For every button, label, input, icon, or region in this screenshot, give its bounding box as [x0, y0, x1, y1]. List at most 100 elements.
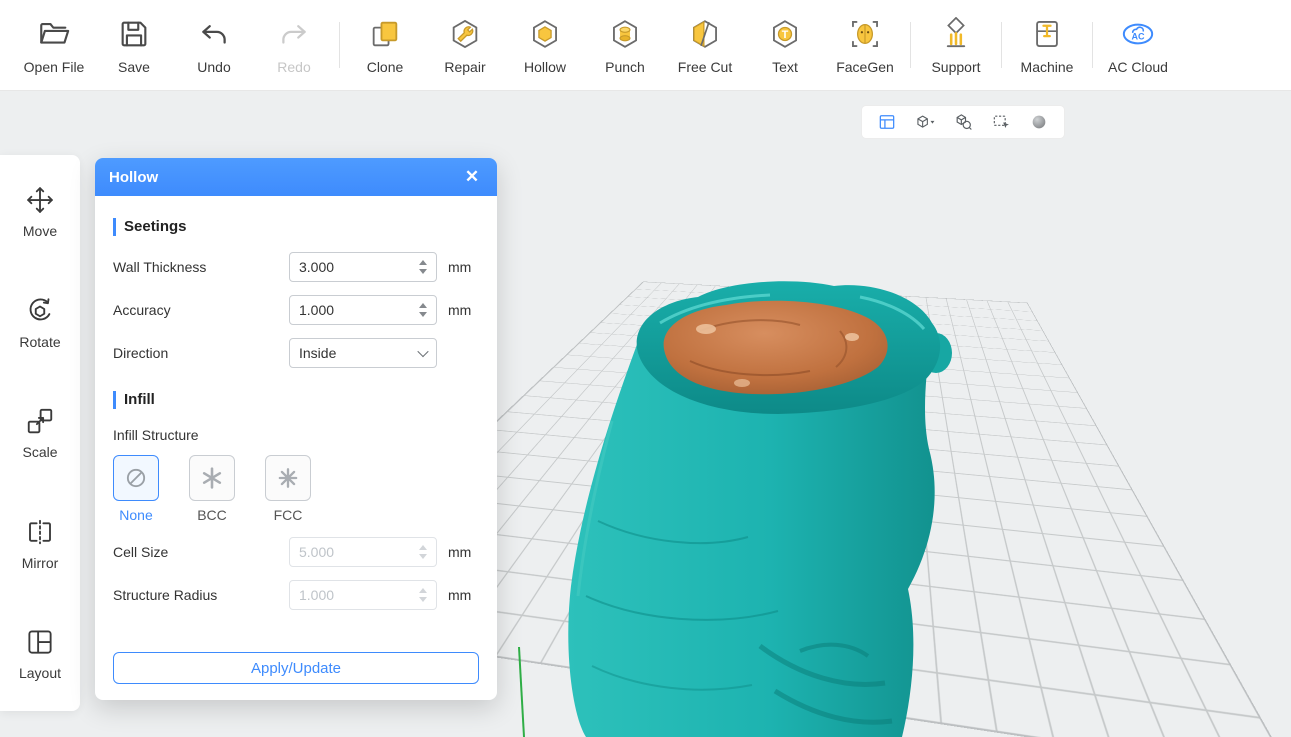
toolbar-label: Free Cut — [677, 58, 733, 75]
unit-label: mm — [448, 259, 472, 275]
structure-radius-input: 1.000 — [289, 580, 437, 610]
punch-icon — [607, 16, 643, 52]
toolbar-undo[interactable]: Undo — [174, 16, 254, 75]
direction-select[interactable]: Inside — [289, 338, 437, 368]
toolbar-facegen[interactable]: FaceGen — [825, 16, 905, 75]
toolbar-save[interactable]: Save — [94, 16, 174, 75]
infill-none-icon[interactable] — [113, 455, 159, 501]
spinner-arrows[interactable] — [419, 260, 427, 274]
box-select-icon[interactable] — [987, 109, 1015, 135]
undo-icon — [196, 16, 232, 52]
sidebar-item-label: Layout — [18, 665, 62, 681]
spinner-up-icon[interactable] — [419, 260, 427, 265]
toolbar-punch[interactable]: Punch — [585, 16, 665, 75]
toolbar-hollow[interactable]: Hollow — [505, 16, 585, 75]
svg-text:T: T — [782, 28, 789, 40]
sidebar-item-scale[interactable]: Scale — [22, 406, 58, 460]
mirror-icon — [25, 517, 55, 547]
toolbar-redo: Redo — [254, 16, 334, 75]
sidebar-item-mirror[interactable]: Mirror — [22, 517, 58, 571]
toolbar-ac-cloud[interactable]: AC AC Cloud — [1098, 16, 1178, 75]
scale-icon — [25, 406, 55, 436]
input-value: 3.000 — [299, 259, 335, 275]
infill-bcc-icon[interactable] — [189, 455, 235, 501]
toolbar-repair[interactable]: Repair — [425, 16, 505, 75]
toolbar-label: Repair — [444, 58, 486, 75]
infill-option-label: FCC — [273, 507, 303, 523]
field-label: Direction — [113, 345, 169, 361]
spinner-arrows — [419, 588, 427, 602]
rotate-icon — [25, 296, 55, 326]
machine-icon — [1029, 16, 1065, 52]
unit-label: mm — [448, 302, 472, 318]
toolbar-label: Machine — [1020, 58, 1074, 75]
redo-icon — [276, 16, 312, 52]
render-sphere-icon[interactable] — [1025, 109, 1053, 135]
close-icon[interactable]: ✕ — [461, 166, 483, 188]
sidebar-item-move[interactable]: Move — [23, 185, 57, 239]
toolbar-separator — [910, 22, 911, 68]
toolbar-label: Punch — [605, 58, 645, 75]
field-label: Accuracy — [113, 302, 171, 318]
infill-section-header: Infill — [113, 391, 479, 409]
clone-icon — [367, 16, 403, 52]
zoom-view-icon[interactable] — [949, 109, 977, 135]
input-value: 1.000 — [299, 587, 335, 603]
chevron-down-icon — [417, 345, 429, 358]
infill-option-bcc[interactable]: BCC — [189, 455, 235, 523]
infill-option-label: None — [119, 507, 153, 523]
infill-option-none[interactable]: None — [113, 455, 159, 523]
apply-update-button[interactable]: Apply/Update — [113, 652, 479, 684]
infill-option-label: BCC — [197, 507, 227, 523]
sidebar-item-label: Move — [22, 223, 58, 239]
spinner-down-icon[interactable] — [419, 269, 427, 274]
toolbar-label: FaceGen — [836, 58, 894, 75]
toolbar-label: AC Cloud — [1108, 58, 1168, 75]
sidebar-item-rotate[interactable]: Rotate — [19, 296, 61, 350]
toolbar-label: Save — [118, 58, 150, 75]
accuracy-input[interactable]: 1.000 — [289, 295, 437, 325]
dialog-header[interactable]: Hollow ✕ — [95, 158, 497, 196]
repair-icon — [447, 16, 483, 52]
wall-thickness-input[interactable]: 3.000 — [289, 252, 437, 282]
infill-fcc-icon[interactable] — [265, 455, 311, 501]
selected-option: Inside — [299, 345, 337, 361]
toolbar-separator — [1092, 22, 1093, 68]
settings-section-header: Seetings — [113, 218, 479, 236]
display-mode-icon[interactable] — [911, 109, 939, 135]
toolbar-label: Redo — [277, 58, 311, 75]
spinner-up-icon[interactable] — [419, 303, 427, 308]
spinner-up-icon — [419, 588, 427, 593]
toolbar-machine[interactable]: Machine — [1007, 16, 1087, 75]
input-value: 5.000 — [299, 544, 335, 560]
viewport-toolbar — [862, 106, 1064, 138]
folder-open-icon — [36, 16, 72, 52]
spinner-arrows[interactable] — [419, 303, 427, 317]
toolbar-separator — [339, 22, 340, 68]
field-label: Cell Size — [113, 544, 169, 560]
toolbar-support[interactable]: Support — [916, 16, 996, 75]
input-value: 1.000 — [299, 302, 335, 318]
text-icon: T — [767, 16, 803, 52]
hollow-icon — [527, 16, 563, 52]
toolbar-separator — [1001, 22, 1002, 68]
toolbar-free-cut[interactable]: Free Cut — [665, 16, 745, 75]
dialog-body: Seetings Wall Thickness 3.000 mm Accurac… — [95, 196, 497, 700]
field-label: Wall Thickness — [113, 259, 207, 275]
toolbar-open-file[interactable]: Open File — [14, 16, 94, 75]
field-wall-thickness: Wall Thickness 3.000 mm — [113, 252, 479, 282]
field-accuracy: Accuracy 1.000 mm — [113, 295, 479, 325]
spinner-down-icon[interactable] — [419, 312, 427, 317]
sidebar-item-layout[interactable]: Layout — [19, 627, 61, 681]
toolbar-clone[interactable]: Clone — [345, 16, 425, 75]
facegen-icon — [847, 16, 883, 52]
sidebar-item-label: Rotate — [19, 333, 61, 350]
toolbar-text[interactable]: T Text — [745, 16, 825, 75]
layout-icon — [25, 627, 55, 657]
main-toolbar: Open File Save Undo Redo Clone Repair Ho… — [0, 0, 1291, 91]
toolbar-label: Undo — [197, 58, 231, 75]
view-manager-icon[interactable] — [873, 109, 901, 135]
move-icon — [25, 185, 55, 215]
toolbar-label: Open File — [23, 58, 85, 75]
infill-option-fcc[interactable]: FCC — [265, 455, 311, 523]
